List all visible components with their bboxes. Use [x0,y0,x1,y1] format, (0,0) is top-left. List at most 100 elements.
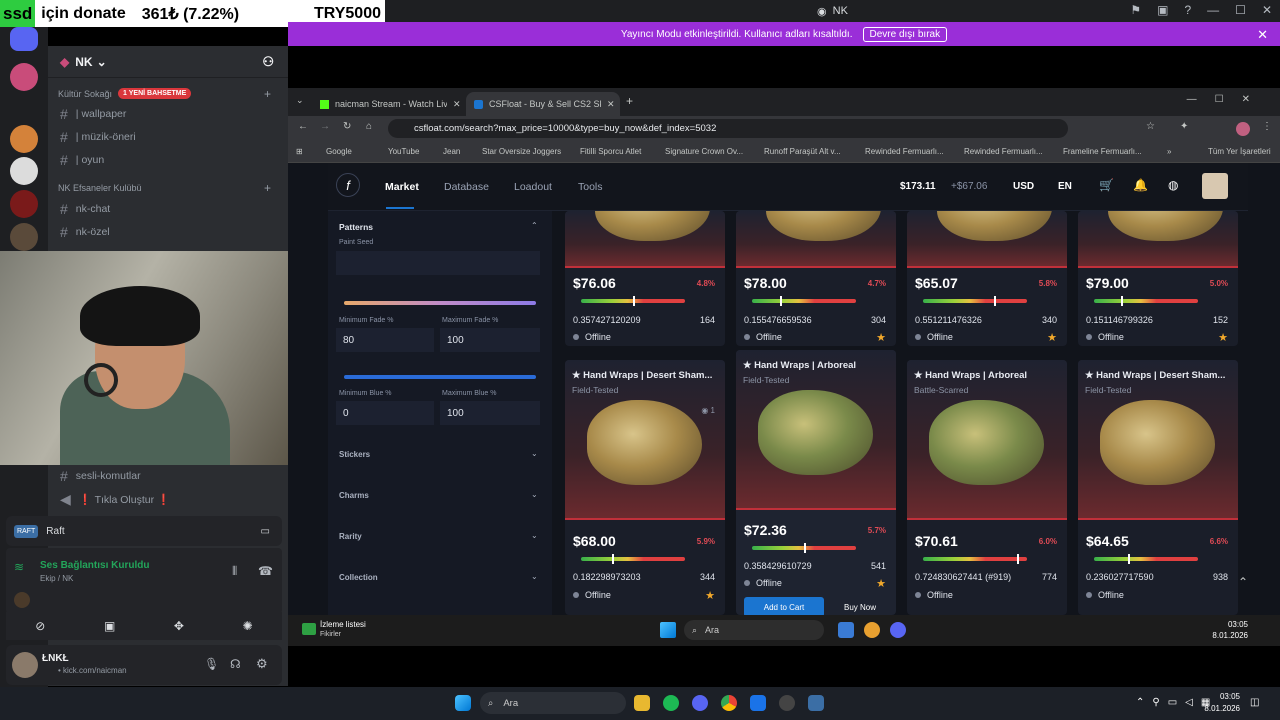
search-box[interactable]: ⌕ Ara [684,620,824,640]
item-image[interactable] [565,211,725,268]
more-bookmarks-icon[interactable]: » [1167,147,1171,156]
bookmark[interactable]: Frameline Fermuarlı... [1063,147,1142,156]
server-icon[interactable] [10,63,38,91]
watchlist-icon[interactable] [302,623,316,635]
discord-icon[interactable] [692,695,708,711]
gear-icon[interactable]: ⚙ [256,656,268,672]
item-image[interactable]: ★ Hand Wraps | Arboreal Field-Tested [736,350,896,510]
bookmark[interactable]: Fitilli Sporcu Atlet [580,147,641,156]
extensions-icon[interactable]: ✦ [1180,121,1188,132]
mic-icon[interactable]: 🎙 [204,657,219,671]
avatar[interactable] [12,652,38,678]
channel-oyun[interactable]: # | oyun [60,152,104,168]
listing-card[interactable]: $79.00 5.0% 0.151146799326 152 Offline ★ [1078,211,1238,346]
chevron-down-icon[interactable]: ⌄ [531,490,538,499]
bookmark[interactable]: Rewinded Fermuarlı... [964,147,1043,156]
help-icon[interactable]: ? [1184,3,1191,17]
notification-icon[interactable]: ◫ [1250,697,1259,708]
category-kultur[interactable]: Kültür Sokağı 1 YENİ BAHSETME + [58,87,271,101]
forward-icon[interactable]: → [320,121,330,132]
folder-icon[interactable] [634,695,650,711]
channel-nk-chat[interactable]: # nk-chat [60,201,110,217]
close-icon[interactable]: ✕ [453,99,461,110]
disconnect-icon[interactable]: ☎ [258,564,273,578]
app-icon[interactable] [750,695,766,711]
channel-wallpaper[interactable]: # | wallpaper [60,106,126,122]
spotify-icon[interactable] [663,695,679,711]
item-image[interactable]: ★ Hand Wraps | Desert Sham... Field-Test… [1078,360,1238,520]
chevron-down-icon[interactable]: ⌄ [531,531,538,540]
nav-tools[interactable]: Tools [578,181,603,193]
listing-card[interactable]: ★ Hand Wraps | Desert Sham... Field-Test… [1078,360,1238,615]
chrome-icon[interactable] [864,622,880,638]
category-efsaneler[interactable]: NK Efsaneler Kulübü + [58,181,271,195]
bookmark[interactable]: Signature Crown Ov... [665,147,743,156]
discord-icon[interactable] [890,622,906,638]
paint-seed-input[interactable] [336,251,540,275]
new-tab-button[interactable]: + [626,94,633,108]
charms-heading[interactable]: Charms [339,491,369,500]
bell-icon[interactable]: 🔔 [1133,178,1148,192]
activities-icon[interactable]: ✥ [174,619,184,633]
raft-icon[interactable] [808,695,824,711]
max-blue-input[interactable]: 100 [440,401,540,425]
screen-share-icon[interactable]: ▣ [104,619,115,633]
add-member-icon[interactable]: ⚇ [262,54,274,70]
chrome-icon[interactable] [721,695,737,711]
window-controls[interactable]: —☐✕ [1187,94,1268,105]
app-icon[interactable] [838,622,854,638]
bookmark[interactable]: Rewinded Fermuarlı... [865,147,944,156]
currency-select[interactable]: USD [1013,181,1034,192]
screen-share-icon[interactable]: ▭ [261,526,270,537]
headphones-icon[interactable]: ☊ [230,657,241,671]
listing-card[interactable]: $65.07 5.8% 0.551211476326 340 Offline ★ [907,211,1067,346]
buy-now-button[interactable]: Buy Now [832,597,888,615]
user-avatar[interactable] [1202,173,1228,199]
listing-card[interactable]: $76.06 4.8% 0.357427120209 164 Offline [565,211,725,346]
scroll-top-icon[interactable]: ⌃ [1238,575,1248,589]
screen-icon[interactable]: ▣ [1157,3,1168,17]
profile-avatar[interactable] [1236,122,1250,136]
listing-card-hovered[interactable]: ★ Hand Wraps | Arboreal Field-Tested $72… [736,350,896,615]
app-icon[interactable] [779,695,795,711]
back-icon[interactable]: ← [298,121,308,132]
add-to-cart-button[interactable]: Add to Cart [744,597,824,615]
soundboard-icon[interactable]: ✺ [243,619,253,633]
item-image[interactable]: ★ Hand Wraps | Arboreal Battle-Scarred [907,360,1067,520]
item-image[interactable] [736,211,896,268]
chevron-down-icon[interactable]: ⌄ [531,449,538,458]
bookmark-youtube[interactable]: YouTube [388,147,419,156]
bookmark-google[interactable]: Google [326,147,352,156]
home-icon[interactable]: ⌂ [366,121,372,132]
listing-card[interactable]: $78.00 4.7% 0.155476659536 304 Offline ★ [736,211,896,346]
server-icon[interactable] [10,157,38,185]
bookmark[interactable]: Star Oversize Joggers [482,147,561,156]
close-button[interactable]: ✕ [1262,3,1272,17]
tab-menu-icon[interactable]: ⌄ [296,95,304,106]
csfloat-logo[interactable]: f [336,173,360,197]
item-image[interactable] [907,211,1067,268]
min-blue-input[interactable]: 0 [336,401,434,425]
inbox-icon[interactable]: ⚑ [1130,3,1141,17]
menu-icon[interactable]: ⋮ [1262,121,1272,132]
collection-heading[interactable]: Collection [339,573,378,582]
watchlist-label[interactable]: İzleme listesi [320,620,366,629]
close-icon[interactable]: ✕ [607,99,615,110]
all-bookmarks[interactable]: Tüm Yer İşaretleri [1208,147,1271,156]
start-icon[interactable] [660,622,676,638]
maximize-button[interactable]: ☐ [1235,3,1246,17]
apps-icon[interactable]: ⊞ [296,147,303,156]
item-image[interactable]: ★ Hand Wraps | Desert Sham... Field-Test… [565,360,725,520]
palette-icon[interactable]: ◍ [1168,178,1178,192]
star-icon[interactable]: ★ [705,589,715,602]
bookmark[interactable]: Runoff Paraşüt Alt v... [764,147,841,156]
nav-loadout[interactable]: Loadout [514,181,552,193]
channel-sesli-komutlar[interactable]: # sesli-komutlar [60,468,141,484]
listing-card[interactable]: ★ Hand Wraps | Arboreal Battle-Scarred $… [907,360,1067,615]
balance[interactable]: $173.11 [900,181,936,192]
disable-streamer-mode-button[interactable]: Devre dışı bırak [862,26,948,42]
discord-home-icon[interactable] [10,27,38,51]
nav-database[interactable]: Database [444,181,489,193]
close-icon[interactable]: ✕ [1257,27,1268,43]
channel-muzik[interactable]: # | müzik-öneri [60,129,136,145]
